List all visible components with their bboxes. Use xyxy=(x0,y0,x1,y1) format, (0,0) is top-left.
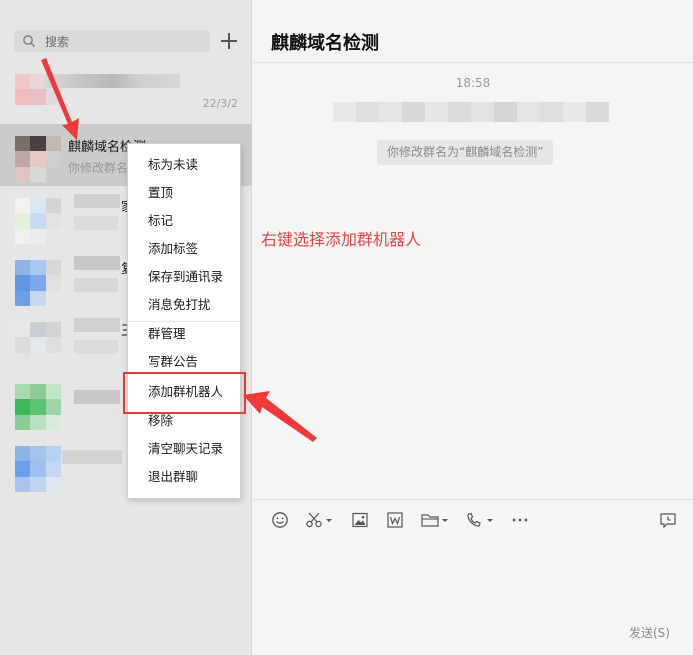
input-toolbar xyxy=(253,499,693,539)
list-item[interactable]: 22/3/2 xyxy=(0,62,252,124)
blurred-name xyxy=(74,318,120,332)
image-icon[interactable] xyxy=(351,510,369,530)
blurred-name xyxy=(74,256,120,270)
chat-history-icon[interactable] xyxy=(659,510,677,530)
blurred-name xyxy=(74,390,120,404)
blurred-message xyxy=(333,102,609,122)
menu-item-clear-history[interactable]: 清空聊天记录 xyxy=(128,435,240,463)
blurred-name xyxy=(74,194,120,208)
highlight-box xyxy=(123,372,246,414)
word-file-icon[interactable] xyxy=(386,510,404,530)
more-icon[interactable] xyxy=(511,510,529,530)
menu-item-add-tag[interactable]: 添加标签 xyxy=(128,235,240,263)
conversation-header: 麒麟域名检测 xyxy=(253,0,693,63)
phone-icon[interactable] xyxy=(465,510,495,530)
menu-item-mute[interactable]: 消息免打扰 xyxy=(128,291,240,319)
search-box[interactable]: 搜索 xyxy=(14,30,210,52)
avatar xyxy=(15,260,61,306)
send-button[interactable]: 发送(S) xyxy=(629,624,670,641)
chat-preview: 你修改群名 xyxy=(68,161,128,175)
search-input[interactable]: 搜索 xyxy=(45,33,69,50)
conversation-panel: 麒麟域名检测 18:58 你修改群名为“麒麟域名检测” 右键选择添加群机器人 发… xyxy=(253,0,693,655)
system-notice: 你修改群名为“麒麟域名检测” xyxy=(377,140,554,165)
avatar xyxy=(15,446,61,492)
blurred-preview xyxy=(74,216,118,230)
conversation-title: 麒麟域名检测 xyxy=(271,33,379,54)
avatar xyxy=(15,198,61,244)
menu-item-mark[interactable]: 标记 xyxy=(128,207,240,235)
context-menu: 标为未读 置顶 标记 添加标签 保存到通讯录 消息免打扰 群管理 写群公告 添加… xyxy=(127,143,241,499)
menu-item-group-manage[interactable]: 群管理 xyxy=(128,320,240,348)
chat-date: 22/3/2 xyxy=(202,97,238,110)
avatar xyxy=(15,384,61,430)
avatar xyxy=(15,136,61,182)
emoji-icon[interactable] xyxy=(271,510,289,530)
blurred-name xyxy=(44,74,180,88)
menu-item-leave-group[interactable]: 退出群聊 xyxy=(128,463,240,491)
add-icon[interactable] xyxy=(218,30,240,52)
menu-item-pin[interactable]: 置顶 xyxy=(128,179,240,207)
search-icon xyxy=(23,35,35,47)
blurred-preview xyxy=(74,278,118,292)
message-timestamp: 18:58 xyxy=(455,76,491,90)
folder-icon[interactable] xyxy=(420,510,450,530)
scissors-icon[interactable] xyxy=(305,510,333,530)
avatar xyxy=(15,322,61,368)
blurred-preview xyxy=(74,340,118,354)
menu-item-mark-unread[interactable]: 标为未读 xyxy=(128,151,240,179)
menu-item-save-contacts[interactable]: 保存到通讯录 xyxy=(128,263,240,291)
annotation-text: 右键选择添加群机器人 xyxy=(261,230,422,249)
blurred-name xyxy=(62,450,122,464)
